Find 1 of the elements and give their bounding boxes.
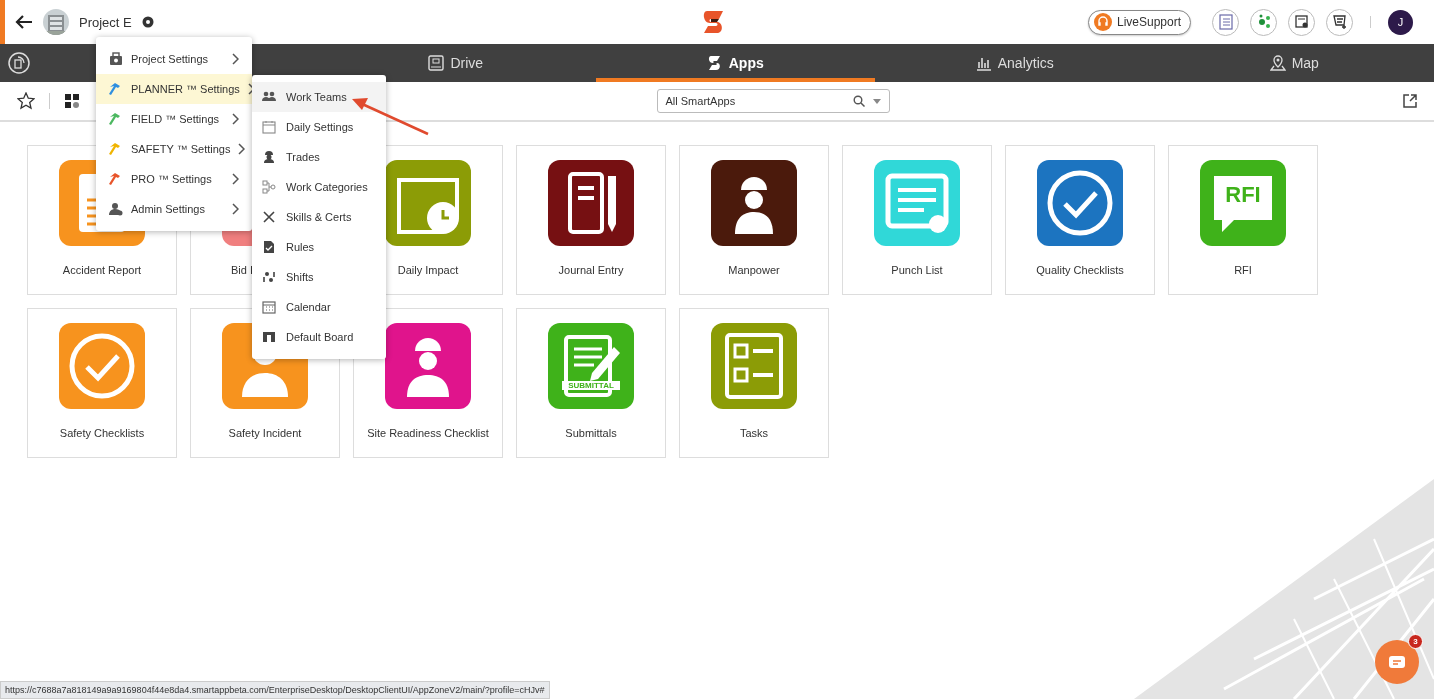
- status-url: https://c7688a7a818149a9a9169804f44e8da4.smartappbeta.com/EnterpriseDesktop/DesktopClientUI/AppZoneV2/main/?profile=cHJv#: [0, 681, 550, 699]
